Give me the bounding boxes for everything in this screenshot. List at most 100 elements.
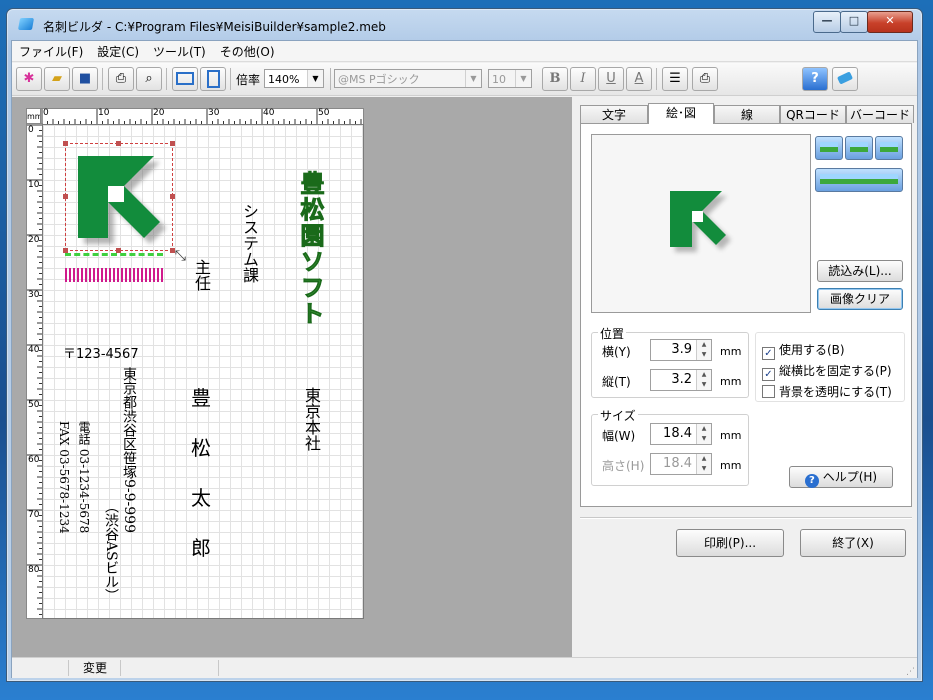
selection-handle[interactable] xyxy=(170,194,175,199)
business-card[interactable]: ⤡ 豊松園ソフト システム課 主任 豊 松 太 郎 東京本社 〒123-4567… xyxy=(42,124,364,619)
new-button[interactable]: ✱ xyxy=(16,67,42,91)
landscape-button[interactable] xyxy=(172,67,198,91)
selection-handle[interactable] xyxy=(170,141,175,146)
spinner-arrows-icon[interactable]: ▲ ▼ xyxy=(696,370,711,390)
logo-mark-icon xyxy=(78,156,166,244)
help-button-label: ヘルプ(H) xyxy=(822,470,878,484)
landscape-image-icon xyxy=(820,142,838,152)
zoom-select[interactable]: 140% ▼ xyxy=(264,69,324,88)
maximize-button[interactable]: □ xyxy=(840,11,868,33)
portrait-button[interactable] xyxy=(200,67,226,91)
position-group-title: 位置 xyxy=(598,325,627,342)
menu-file[interactable]: ファイル(F) xyxy=(12,41,90,60)
dash-dot-line[interactable] xyxy=(65,253,163,256)
magnifier-icon: ⌕ xyxy=(145,71,153,86)
tab-barcode[interactable]: バーコード xyxy=(846,105,914,123)
save-button[interactable]: ■ xyxy=(72,67,98,91)
load-image-button[interactable]: 読込み(L)... xyxy=(817,260,903,282)
spinner-arrows-icon[interactable]: ▲ ▼ xyxy=(696,424,711,444)
client-area: ファイル(F) 設定(C) ツール(T) その他(O) ✱ ▰ ■ ⎙ ⌕ 倍率 14… xyxy=(11,40,918,678)
keep-aspect-checkbox[interactable]: ✓ 縦横比を固定する(P) xyxy=(762,362,892,381)
title-bar[interactable]: 名刺ビルダ - C:¥Program Files¥MeisiBuilder¥sa… xyxy=(13,9,913,39)
y-spinner[interactable]: 3.2 ▲ ▼ xyxy=(650,369,712,391)
selection-handle[interactable] xyxy=(63,194,68,199)
width-spinner[interactable]: 18.4 ▲ ▼ xyxy=(650,423,712,445)
company-name[interactable]: 豊松園ソフト xyxy=(293,171,328,328)
fax-number[interactable]: FAX 03-5678-1234 xyxy=(57,421,71,534)
menu-other[interactable]: その他(O) xyxy=(213,41,282,60)
keep-aspect-label: 縦横比を固定する(P) xyxy=(779,364,892,378)
logo-image[interactable]: ⤡ xyxy=(63,141,186,264)
address-line2[interactable]: （渋谷ASビル） xyxy=(103,499,119,603)
font-size-select[interactable]: 10 ▼ xyxy=(488,69,532,88)
print-button[interactable]: ⎙ xyxy=(108,67,134,91)
pink-barcode-line[interactable] xyxy=(65,268,165,282)
x-unit: mm xyxy=(720,345,742,358)
postal-code[interactable]: 〒123-4567 xyxy=(63,343,139,362)
font-color-button[interactable]: A xyxy=(626,67,652,91)
checkbox-unchecked-icon xyxy=(762,385,775,398)
image-tab-content: 読込み(L)... 画像クリア 位置 横(Y) 3.9 ▲ ▼ mm 縦(T) 3.… xyxy=(580,123,912,507)
help-icon: ? xyxy=(804,474,819,488)
image-position-2-button[interactable] xyxy=(845,136,873,160)
resize-grip-icon[interactable]: ⋰ xyxy=(906,667,915,677)
spinner-arrows-icon[interactable]: ▲ ▼ xyxy=(696,340,711,360)
spinner-arrows-icon[interactable]: ▲ ▼ xyxy=(696,454,711,474)
image-stretch-button[interactable] xyxy=(815,168,903,192)
open-button[interactable]: ▰ xyxy=(44,67,70,91)
menu-settings[interactable]: 設定(C) xyxy=(90,41,146,60)
print-preview-button[interactable]: ⌕ xyxy=(136,67,162,91)
use-checkbox[interactable]: ✓ 使用する(B) xyxy=(762,341,845,360)
printer-settings-button[interactable]: ⎙ xyxy=(692,67,718,91)
chevron-down-icon: ▼ xyxy=(515,70,531,87)
clear-image-button[interactable]: 画像クリア xyxy=(817,288,903,310)
ruler-label: 30 xyxy=(28,290,40,300)
phone-number[interactable]: 電話 03-1234-5678 xyxy=(77,421,91,533)
ruler-label: 70 xyxy=(28,510,40,520)
toolbar-separator xyxy=(166,68,167,90)
tab-image[interactable]: 絵･図 xyxy=(648,103,714,124)
image-position-1-button[interactable] xyxy=(815,136,843,160)
selection-handle[interactable] xyxy=(116,141,121,146)
position-group: 位置 横(Y) 3.9 ▲ ▼ mm 縦(T) 3.2 ▲ ▼ mm xyxy=(591,325,749,398)
department-text[interactable]: システム課 xyxy=(237,203,261,283)
x-spinner[interactable]: 3.9 ▲ ▼ xyxy=(650,339,712,361)
image-position-3-button[interactable] xyxy=(875,136,903,160)
help-button[interactable]: ? xyxy=(802,67,828,91)
address-line1[interactable]: 東京都渋谷区笹塚9-9-999 xyxy=(121,367,137,533)
panel-help-button[interactable]: ? ヘルプ(H) xyxy=(789,466,893,488)
height-value: 18.4 xyxy=(663,456,692,471)
person-name[interactable]: 豊 松 太 郎 xyxy=(189,373,213,573)
ruler-label: 30 xyxy=(208,108,220,118)
tab-line[interactable]: 線 xyxy=(714,105,780,123)
tab-qrcode[interactable]: QRコード xyxy=(780,105,846,123)
bold-button[interactable]: B xyxy=(542,67,568,91)
zoom-label: 倍率 xyxy=(236,73,261,87)
panel-divider xyxy=(580,517,912,519)
italic-button[interactable]: I xyxy=(570,67,596,91)
minimize-button[interactable]: — xyxy=(813,11,841,33)
exit-button[interactable]: 終了(X) xyxy=(800,529,906,557)
list-button[interactable]: ☰ xyxy=(662,67,688,91)
checklist-icon: ☰ xyxy=(669,71,681,86)
underline-button[interactable]: U xyxy=(598,67,624,91)
eraser-button[interactable] xyxy=(832,67,858,91)
print-button-main[interactable]: 印刷(P)... xyxy=(676,529,784,557)
tab-text[interactable]: 文字 xyxy=(580,105,648,123)
branch-text[interactable]: 東京本社 xyxy=(299,387,323,451)
horizontal-ruler-ticks xyxy=(41,109,362,124)
menu-tools[interactable]: ツール(T) xyxy=(146,41,213,60)
selection-handle[interactable] xyxy=(63,141,68,146)
close-button[interactable]: ✕ xyxy=(867,11,913,33)
font-name-select[interactable]: @MS Pゴシック ▼ xyxy=(334,69,482,88)
ruler-label: 60 xyxy=(28,455,40,465)
toolbar-separator xyxy=(330,68,331,90)
eraser-icon xyxy=(836,71,854,85)
name-char: 太 xyxy=(191,486,211,510)
height-spinner[interactable]: 18.4 ▲ ▼ xyxy=(650,453,712,475)
ruler-label: 50 xyxy=(318,108,330,118)
position-text[interactable]: 主任 xyxy=(189,259,213,291)
transparent-bg-checkbox[interactable]: 背景を透明にする(T) xyxy=(762,383,892,400)
x-value: 3.9 xyxy=(671,342,692,357)
x-label: 横(Y) xyxy=(602,345,631,359)
